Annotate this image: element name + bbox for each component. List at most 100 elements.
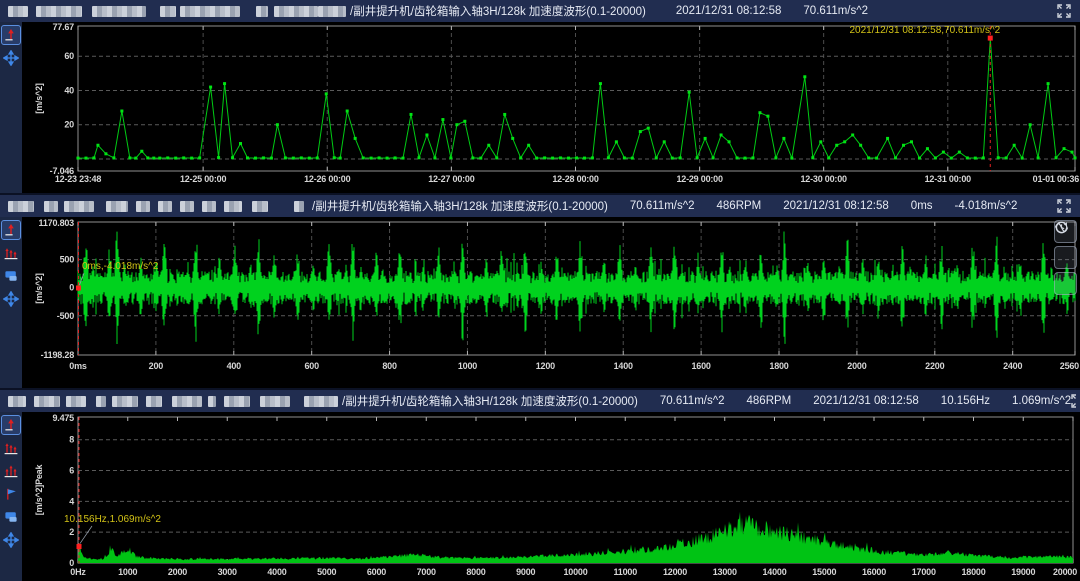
clock-button[interactable] — [1054, 246, 1077, 269]
svg-text:6: 6 — [69, 466, 74, 476]
svg-text:4000: 4000 — [267, 567, 286, 577]
cursor-x-value: 10.156Hz — [941, 395, 990, 407]
svg-text:2000: 2000 — [168, 567, 187, 577]
waveform-toolbar — [0, 217, 22, 388]
tool-harmonic-cursor-icon[interactable] — [1, 243, 21, 263]
svg-text:9.475: 9.475 — [52, 413, 74, 423]
redacted-block — [96, 396, 106, 407]
redacted-block — [8, 396, 26, 407]
redacted-block — [274, 6, 318, 17]
tool-pan-icon[interactable] — [1, 530, 21, 550]
redacted-block — [318, 6, 346, 17]
expand-icon[interactable] — [1056, 3, 1072, 19]
spectrum-panel: /副井提升机/齿轮箱输入轴3H/128k 加速度波形(0.1-20000) 70… — [0, 390, 1080, 581]
svg-text:-1198.28: -1198.28 — [41, 350, 75, 360]
svg-text:6000: 6000 — [367, 567, 386, 577]
svg-text:0: 0 — [69, 283, 74, 293]
redacted-block — [260, 396, 290, 407]
svg-text:8000: 8000 — [466, 567, 485, 577]
tool-pan-icon[interactable] — [1, 48, 21, 68]
svg-text:16000: 16000 — [862, 567, 886, 577]
rpm-value: 486RPM — [717, 200, 762, 212]
svg-text:1000: 1000 — [118, 567, 137, 577]
redacted-block — [112, 396, 138, 407]
redacted-block — [180, 6, 240, 17]
overall-value: 70.611m/s^2 — [630, 200, 695, 212]
svg-text:600: 600 — [304, 361, 319, 371]
svg-text:[m/s^2]Peak: [m/s^2]Peak — [34, 464, 44, 516]
expand-icon[interactable] — [1071, 393, 1080, 409]
svg-text:200: 200 — [149, 361, 164, 371]
redacted-block — [36, 6, 82, 17]
svg-text:12-26 00:00: 12-26 00:00 — [304, 174, 351, 184]
redacted-block — [64, 201, 94, 212]
svg-text:1800: 1800 — [769, 361, 788, 371]
svg-text:5000: 5000 — [317, 567, 336, 577]
tool-single-cursor-icon[interactable] — [1, 415, 21, 435]
svg-text:2: 2 — [69, 527, 74, 537]
tool-single-cursor-icon[interactable] — [1, 25, 21, 45]
waveform-chart[interactable]: 0ms2004006008001000120014001600180020002… — [22, 217, 1080, 388]
svg-text:2200: 2200 — [925, 361, 944, 371]
redacted-block — [146, 396, 162, 407]
measurement-path: /副井提升机/齿轮箱输入轴3H/128k 加速度波形(0.1-20000) — [312, 198, 608, 214]
svg-text:1400: 1400 — [614, 361, 633, 371]
redacted-block — [256, 6, 268, 17]
trend-chart[interactable]: 12-23 23:4812-25 00:0012-26 00:0012-27 0… — [22, 22, 1080, 193]
svg-text:18000: 18000 — [961, 567, 985, 577]
redacted-block — [158, 201, 172, 212]
tool-flag-icon[interactable] — [1, 484, 21, 504]
redacted-block — [224, 396, 250, 407]
measurement-path: /副井提升机/齿轮箱输入轴3H/128k 加速度波形(0.1-20000) — [350, 3, 646, 19]
svg-text:7000: 7000 — [417, 567, 436, 577]
svg-text:10.156Hz,1.069m/s^2: 10.156Hz,1.069m/s^2 — [64, 514, 161, 525]
redacted-block — [172, 396, 202, 407]
tool-display-icon[interactable] — [1, 507, 21, 527]
trend-panel-header: /副井提升机/齿轮箱输入轴3H/128k 加速度波形(0.1-20000) 20… — [0, 0, 1080, 22]
measurement-datetime: 2021/12/31 08:12:58 — [783, 200, 889, 212]
tool-display-icon[interactable] — [1, 266, 21, 286]
svg-text:8: 8 — [69, 435, 74, 445]
svg-text:19000: 19000 — [1011, 567, 1035, 577]
expand-icon[interactable] — [1056, 198, 1072, 214]
spectrum-chart[interactable]: 0Hz1000200030004000500060007000800090001… — [22, 412, 1080, 581]
tool-harmonic-cursor-icon[interactable] — [1, 438, 21, 458]
svg-text:2000: 2000 — [847, 361, 866, 371]
svg-text:0ms,-4.018m/s^2: 0ms,-4.018m/s^2 — [82, 261, 159, 272]
overall-value: 70.611m/s^2 — [660, 395, 725, 407]
waveform-panel: /副井提升机/齿轮箱输入轴3H/128k 加速度波形(0.1-20000) 70… — [0, 195, 1080, 388]
svg-text:500: 500 — [60, 255, 75, 265]
tool-sideband-cursor-icon[interactable] — [1, 461, 21, 481]
svg-text:12-28 00:00: 12-28 00:00 — [552, 174, 599, 184]
redacted-block — [304, 396, 338, 407]
svg-text:0Hz: 0Hz — [70, 567, 86, 577]
svg-text:20000: 20000 — [1053, 567, 1077, 577]
svg-text:2021/12/31 08:12:58,70.611m/s^: 2021/12/31 08:12:58,70.611m/s^2 — [850, 25, 1001, 36]
redacted-block — [44, 201, 58, 212]
measurement-path: /副井提升机/齿轮箱输入轴3H/128k 加速度波形(0.1-20000) — [342, 393, 638, 409]
svg-text:12-25 00:00: 12-25 00:00 — [180, 174, 227, 184]
redacted-block — [34, 396, 60, 407]
redacted-block — [252, 201, 268, 212]
rpm-value: 486RPM — [747, 395, 792, 407]
svg-text:0ms: 0ms — [69, 361, 87, 371]
svg-text:14000: 14000 — [762, 567, 786, 577]
redacted-block — [180, 201, 194, 212]
svg-text:01-01 00:36: 01-01 00:36 — [1033, 174, 1080, 184]
svg-text:[m/s^2]: [m/s^2] — [34, 273, 44, 304]
svg-text:12-31 00:00: 12-31 00:00 — [925, 174, 972, 184]
redacted-block — [136, 201, 150, 212]
svg-text:10000: 10000 — [563, 567, 587, 577]
redacted-block — [294, 201, 304, 212]
tool-pan-icon[interactable] — [1, 289, 21, 309]
redacted-block — [160, 6, 176, 17]
refresh-button[interactable] — [1054, 272, 1077, 295]
trend-toolbar — [0, 22, 22, 193]
chart-quick-buttons — [1054, 220, 1077, 295]
redacted-block — [92, 6, 146, 17]
svg-text:60: 60 — [64, 51, 74, 61]
redacted-block — [224, 201, 242, 212]
svg-text:1600: 1600 — [692, 361, 711, 371]
tool-single-cursor-icon[interactable] — [1, 220, 21, 240]
measurement-datetime: 2021/12/31 08:12:58 — [813, 395, 919, 407]
